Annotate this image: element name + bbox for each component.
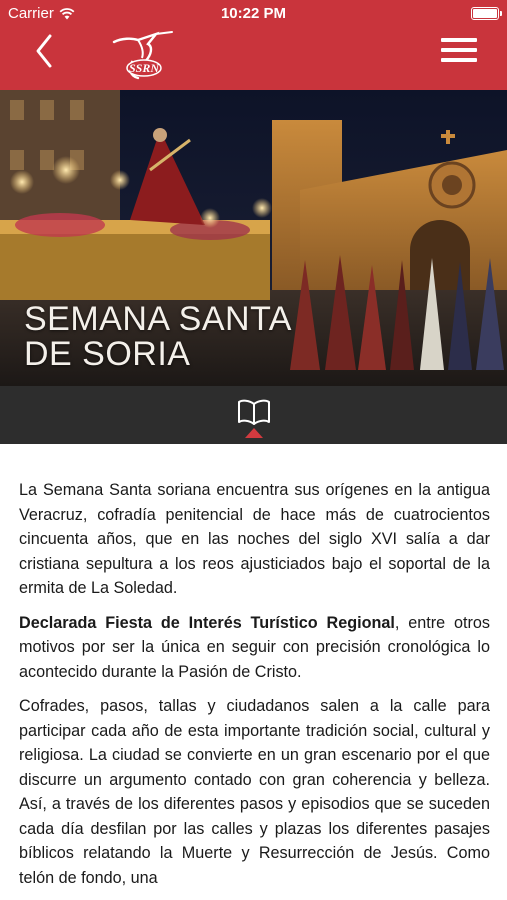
active-tab-indicator bbox=[245, 428, 263, 438]
hero-title-line2: DE SORIA bbox=[24, 335, 191, 373]
battery-icon bbox=[471, 7, 502, 20]
status-bar: Carrier 10:22 PM bbox=[0, 0, 507, 28]
article-highlight: Declarada Fiesta de Interés Turístico Re… bbox=[19, 613, 395, 632]
app-logo: SSRN bbox=[108, 28, 178, 84]
book-icon bbox=[238, 399, 270, 425]
clock: 10:22 PM bbox=[220, 5, 287, 22]
hamburger-menu-icon bbox=[441, 38, 477, 62]
article-body: La Semana Santa soriana encuentra sus or… bbox=[19, 478, 490, 900]
hero-title: SEMANA SANTA DE SORIA bbox=[24, 302, 292, 372]
hooded-penitent-logo: SSRN bbox=[112, 31, 173, 80]
battery-level bbox=[473, 9, 497, 18]
article-paragraph: Cofrades, pasos, tallas y ciudadanos sal… bbox=[19, 697, 490, 887]
back-button[interactable] bbox=[28, 30, 62, 74]
menu-button[interactable] bbox=[441, 38, 477, 68]
tab-info[interactable] bbox=[236, 398, 272, 428]
article-paragraph: Declarada Fiesta de Interés Turístico Re… bbox=[19, 611, 490, 685]
article-paragraph: La Semana Santa soriana encuentra sus or… bbox=[19, 481, 490, 597]
hero-title-line1: SEMANA SANTA bbox=[24, 300, 292, 338]
nav-bar: SSRN bbox=[0, 28, 507, 90]
hero-banner: SEMANA SANTA DE SORIA bbox=[0, 90, 507, 386]
chevron-left-icon bbox=[36, 34, 52, 68]
logo-text: SSRN bbox=[129, 61, 160, 75]
